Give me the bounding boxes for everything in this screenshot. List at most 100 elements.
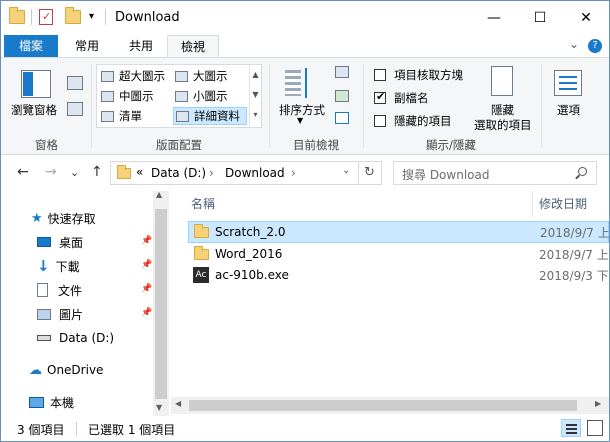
file-extensions-checkbox[interactable] (374, 90, 386, 104)
navigation-pane-icon[interactable] (67, 102, 83, 116)
item-checkboxes-checkbox[interactable] (374, 69, 386, 81)
drive-icon (37, 335, 51, 341)
nav-item-pictures[interactable]: 圖片 (37, 303, 83, 325)
hide-selected-label-2[interactable]: 選取的項目 (474, 117, 532, 133)
folder-icon (117, 165, 131, 179)
breadcrumb-separator[interactable]: › (209, 166, 214, 180)
scroll-down-icon[interactable]: ▼ (156, 403, 162, 412)
download-arrow-icon: ↓ (37, 257, 50, 275)
size-columns-icon[interactable] (335, 112, 349, 124)
nav-item-documents[interactable]: 文件 (37, 279, 82, 301)
file-name: Scratch_2.0 (215, 225, 286, 239)
options-button[interactable]: 選項 (557, 102, 580, 118)
nav-item-data-drive[interactable]: Data (D:) (37, 327, 114, 349)
close-button[interactable]: ✕ (563, 1, 609, 35)
file-name: Word_2016 (215, 247, 283, 261)
ribbon: 瀏覽窗格 窗格 超大圖示 大圖示 中圖示 小圖示 清單 詳細資料 ▲ ▼ ▾ 版面配… (1, 57, 609, 155)
options-icon (554, 70, 582, 96)
preview-pane-icon (21, 70, 51, 98)
layout-large-icons[interactable]: 大圖示 (175, 68, 228, 84)
document-icon (37, 283, 48, 297)
preview-pane-button[interactable]: 瀏覽窗格 (11, 102, 57, 118)
layout-medium-icons[interactable]: 中圖示 (101, 88, 154, 104)
help-icon[interactable]: ? (588, 39, 602, 53)
ribbon-tabs: 檔案 常用 共用 檢視 ⌄ ? (1, 35, 609, 58)
path-overflow[interactable]: « (136, 165, 143, 179)
forward-button[interactable]: → (45, 164, 57, 180)
pin-icon: 📌 (141, 284, 153, 294)
nav-item-onedrive[interactable]: ☁ OneDrive (29, 359, 103, 381)
address-bar[interactable]: « Data (D:) › Download › ⌄ ↻ (110, 161, 382, 185)
hidden-items-label: 隱藏的項目 (394, 114, 452, 128)
column-header-name[interactable]: 名稱 (191, 195, 215, 212)
layout-scroll[interactable]: ▲ ▼ ▾ (249, 65, 261, 127)
hidden-items-checkbox[interactable] (374, 115, 386, 127)
nav-item-downloads[interactable]: ↓ 下載 (37, 255, 80, 277)
large-icons-view-icon[interactable] (587, 420, 603, 436)
file-list: ˄ 名稱 修改日期 Scratch_2.0 2018/9/7 上 Word_20… (171, 191, 609, 416)
file-row[interactable]: Word_2016 2018/9/7 上 (188, 243, 609, 265)
nav-item-quick-access[interactable]: ★ 快速存取 (31, 207, 96, 229)
app-icon: Ac (193, 267, 209, 283)
scroll-right-icon[interactable]: ▶ (595, 399, 601, 408)
pin-icon: 📌 (141, 236, 153, 246)
pin-icon: 📌 (141, 260, 153, 270)
column-header-date-modified[interactable]: 修改日期 (539, 195, 587, 212)
new-folder-icon[interactable] (65, 7, 81, 24)
file-row[interactable]: Ac ac-910b.exe 2018/9/3 下 (188, 264, 609, 286)
breadcrumb-separator[interactable]: › (291, 166, 296, 180)
breadcrumb-download[interactable]: Download (225, 166, 285, 180)
group-by-icon[interactable] (335, 66, 349, 78)
refresh-icon[interactable]: ↻ (364, 165, 375, 180)
hide-selected-icon (491, 66, 513, 96)
computer-icon (29, 396, 44, 408)
add-columns-icon[interactable] (335, 90, 349, 102)
breadcrumb-data-drive[interactable]: Data (D:) (151, 166, 206, 180)
maximize-button[interactable]: ☐ (517, 1, 563, 35)
folder-icon (9, 7, 25, 24)
minimize-button[interactable]: — (471, 1, 517, 35)
layout-extra-large-icons[interactable]: 超大圖示 (101, 68, 165, 84)
nav-item-desktop[interactable]: 桌面 (37, 231, 83, 253)
up-button[interactable]: ↑ (91, 164, 103, 180)
scroll-left-icon[interactable]: ◀ (175, 399, 181, 408)
address-dropdown-icon[interactable]: ⌄ (342, 165, 350, 176)
details-pane-icon[interactable] (67, 76, 83, 90)
explorer-window: ✓ ▾ Download — ☐ ✕ 檔案 常用 共用 檢視 ⌄ ? 瀏覽窗格 … (0, 0, 610, 442)
file-name: ac-910b.exe (215, 268, 289, 282)
search-input[interactable]: 搜尋 Download (402, 166, 489, 183)
navigation-pane: ★ 快速存取 桌面 📌 ↓ 下載 📌 文件 📌 圖片 📌 Data (D:) ☁ On… (1, 190, 169, 416)
title-bar: ✓ ▾ Download — ☐ ✕ (1, 1, 609, 35)
file-list-hscrollbar[interactable]: ◀ ▶ (171, 397, 609, 414)
hide-selected-label-1[interactable]: 隱藏 (491, 102, 514, 118)
layout-list[interactable]: 清單 (101, 108, 142, 124)
scroll-up-icon[interactable]: ▲ (156, 190, 162, 199)
folder-icon (194, 224, 209, 238)
tab-share[interactable]: 共用 (115, 35, 167, 57)
group-label-panes: 窗格 (35, 138, 58, 152)
tab-file[interactable]: 檔案 (4, 35, 58, 57)
tab-home[interactable]: 常用 (61, 35, 113, 57)
sort-dropdown-icon[interactable]: ▼ (297, 116, 303, 125)
layout-small-icons[interactable]: 小圖示 (175, 88, 228, 104)
back-button[interactable]: ← (17, 164, 29, 180)
qat-dropdown-icon[interactable]: ▾ (89, 11, 94, 22)
nav-item-this-pc[interactable]: 本機 (29, 391, 74, 413)
file-row[interactable]: Scratch_2.0 2018/9/7 上 (188, 221, 609, 243)
cloud-icon: ☁ (29, 362, 42, 378)
nav-pane-scrollbar[interactable]: ▲ ▼ (153, 190, 169, 416)
scrollbar-thumb[interactable] (155, 209, 167, 399)
details-view-icon[interactable] (561, 419, 581, 437)
search-box[interactable]: 搜尋 Download (393, 161, 597, 185)
folder-icon (194, 246, 209, 260)
recent-locations-button[interactable]: ⌄ (70, 166, 79, 179)
scrollbar-thumb[interactable] (189, 400, 577, 411)
tab-view[interactable]: 檢視 (167, 35, 219, 58)
ribbon-expand-icon[interactable]: ⌄ (569, 37, 579, 51)
pin-icon: 📌 (141, 308, 153, 318)
layout-details[interactable]: 詳細資料 (173, 107, 247, 125)
layout-gallery: 超大圖示 大圖示 中圖示 小圖示 清單 詳細資料 ▲ ▼ ▾ (96, 64, 262, 128)
properties-icon[interactable]: ✓ (39, 9, 53, 25)
search-icon[interactable] (575, 167, 587, 180)
window-title: Download (115, 10, 180, 25)
